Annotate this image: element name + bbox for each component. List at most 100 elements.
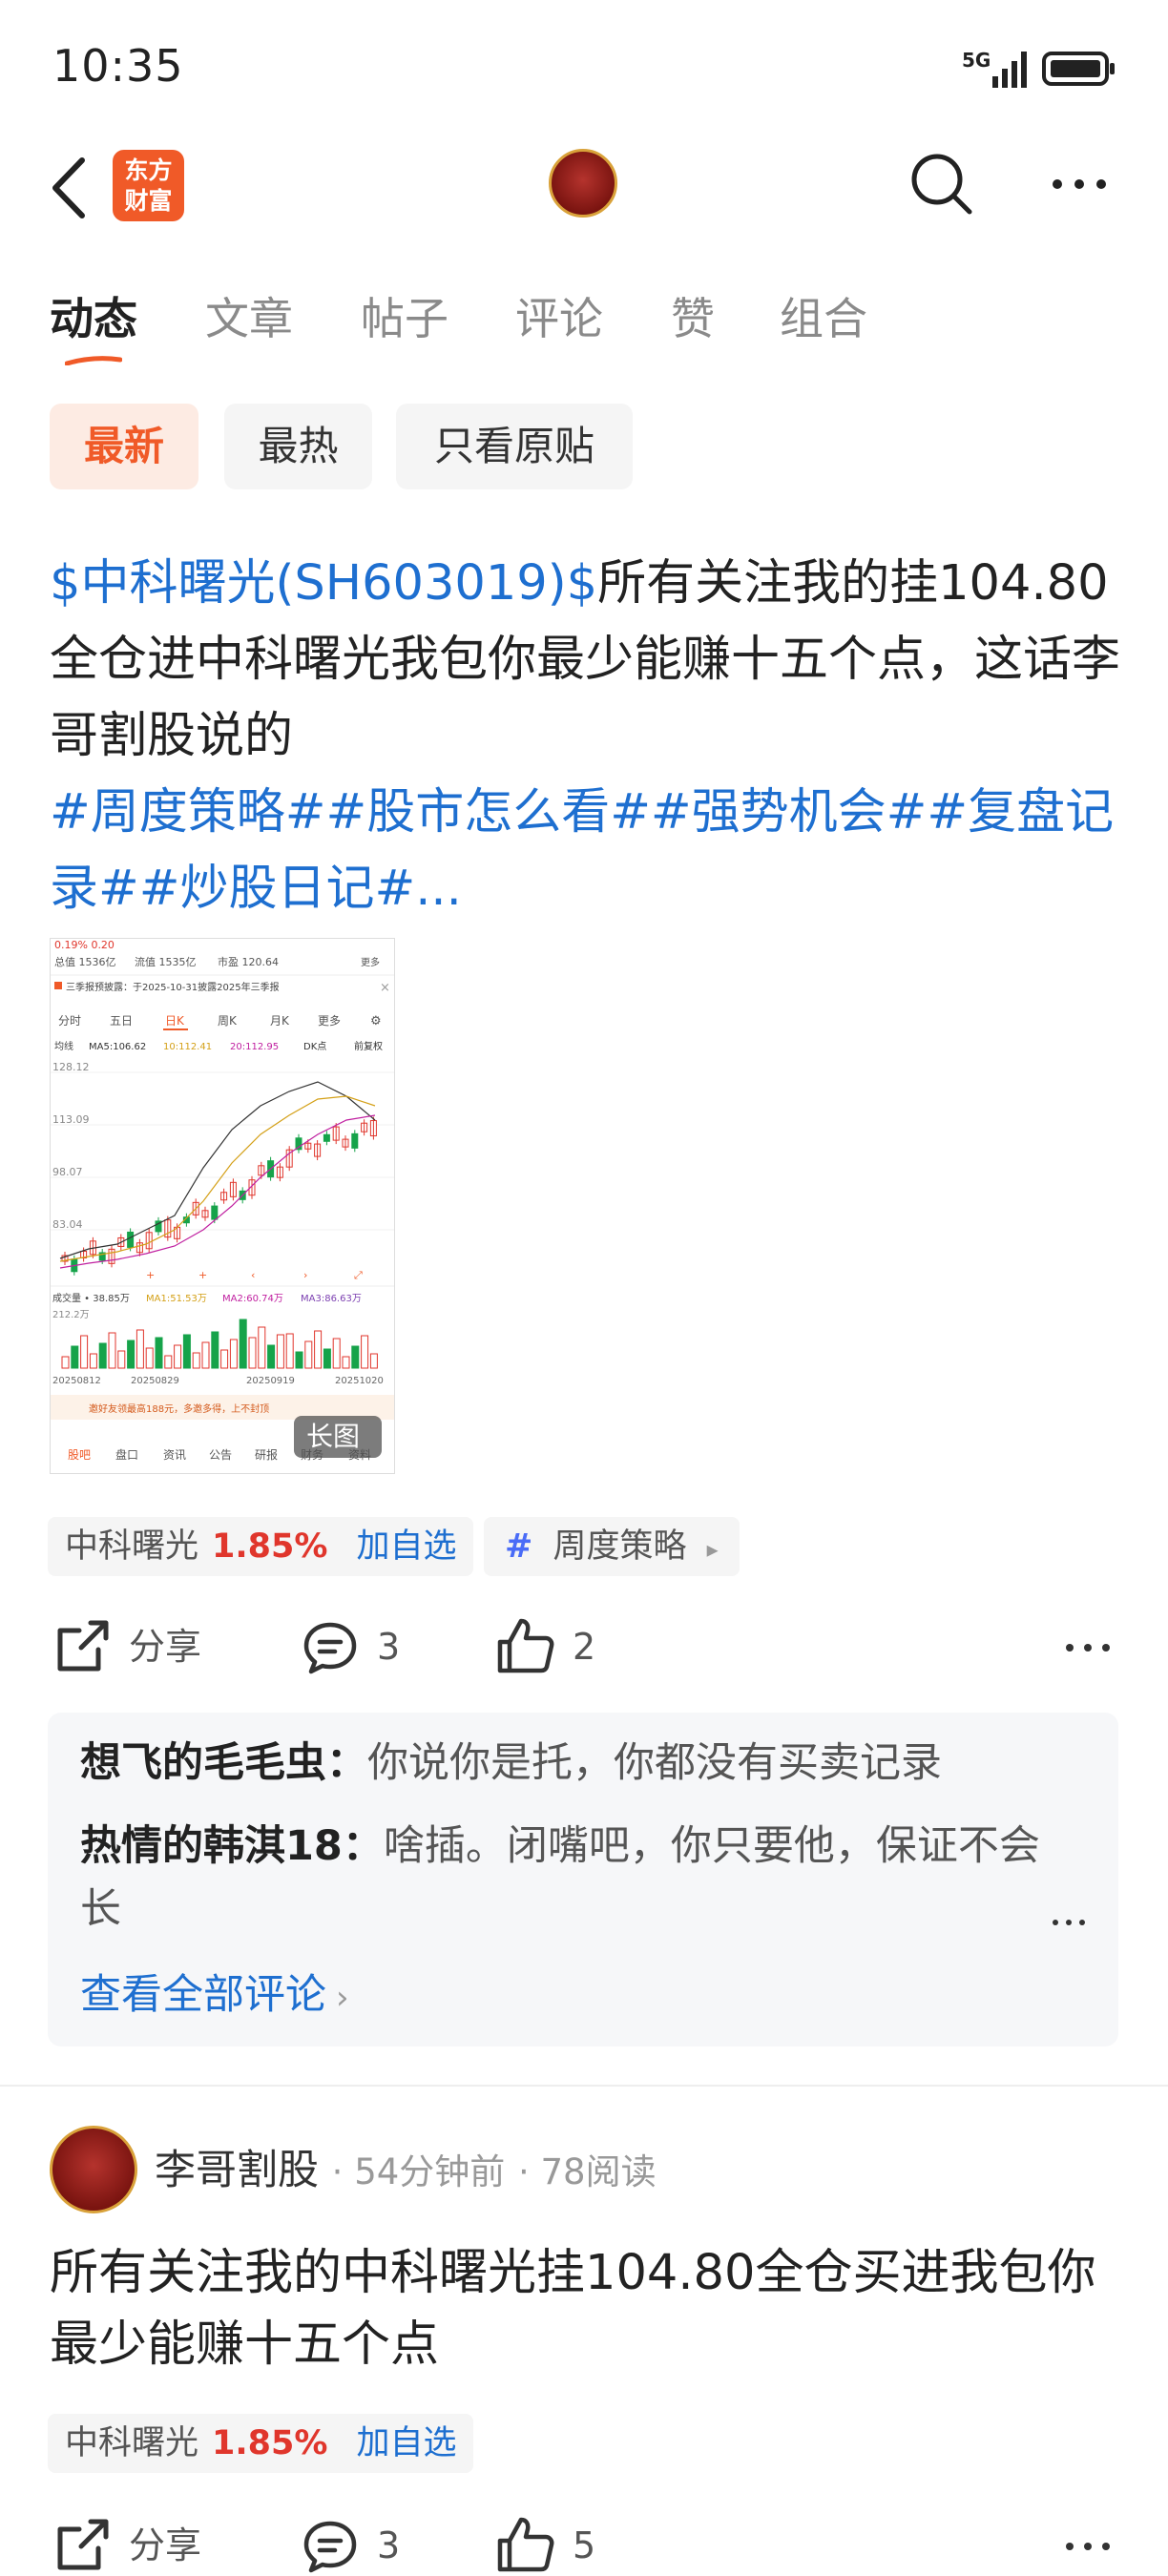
search-icon[interactable] [908, 151, 975, 218]
thumb-period-2: 日K [165, 1014, 185, 1028]
thumb-period-1: 五日 [110, 1014, 133, 1028]
thumb-ma-label: 均线 [54, 1040, 73, 1052]
stock-tag-name: 中科曙光 [65, 1527, 199, 1566]
hashtag-icon: # [505, 1527, 533, 1566]
profile-tabs: 动态 文章 帖子 评论 赞 组合 [0, 277, 1168, 353]
thumb-period-5: 更多 [318, 1014, 341, 1028]
stock-tag-change: 1.85% [212, 2424, 328, 2462]
like-icon[interactable] [496, 2516, 555, 2575]
volume-bar [61, 1356, 70, 1369]
thumb-tab-3: 公告 [209, 1448, 232, 1462]
thumb-more: 更多 [361, 956, 380, 968]
thumb-date-0: 20250812 [52, 1376, 101, 1386]
thumb-date-1: 20250829 [131, 1376, 179, 1386]
like-count: 5 [573, 2524, 596, 2566]
filter-hot[interactable]: 最热 [224, 404, 372, 489]
top-bar: 东方 财富 [0, 134, 1168, 243]
post-more-icon[interactable] [1064, 2540, 1112, 2553]
post-more-icon[interactable] [1064, 1641, 1112, 1654]
tab-dynamics[interactable]: 动态 [50, 284, 137, 347]
stock-tag[interactable]: 中科曙光 1.85% 加自选 [48, 1517, 474, 1576]
volume-bar [117, 1350, 126, 1369]
volume-bar [304, 1340, 313, 1369]
volume-bar [155, 1337, 163, 1369]
volume-bar [182, 1334, 191, 1369]
comment-count: 3 [377, 1626, 401, 1668]
topic-tag[interactable]: # 周度策略 ▸ [484, 1517, 740, 1576]
stock-tag[interactable]: 中科曙光 1.85% 加自选 [48, 2414, 474, 2473]
active-tab-indicator [65, 356, 122, 365]
thumb-vol-tick: 212.2万 [52, 1310, 90, 1320]
tab-comments[interactable]: 评论 [515, 284, 603, 347]
view-all-comments-link[interactable]: 查看全部评论 › [80, 1963, 1082, 2029]
comment-count: 3 [377, 2524, 401, 2566]
thumb-notice: 三季报预披露：于2025-10-31披露2025年三季报 [66, 981, 280, 993]
author-name[interactable]: 李哥割股 [155, 2147, 319, 2194]
tab-likes[interactable]: 赞 [671, 284, 715, 347]
comment-item[interactable]: 想飞的毛毛虫：你说你是托，你都没有买卖记录 [80, 1732, 1082, 1795]
comment-item[interactable]: 热情的韩淇18：啥插。闭嘴吧，你只要他，保证不会长 [80, 1815, 1053, 1941]
volume-bar [89, 1353, 97, 1369]
thumb-price-2: 98.07 [52, 1166, 83, 1178]
add-watchlist-button[interactable]: 加自选 [356, 1527, 456, 1566]
tab-posts[interactable]: 帖子 [361, 284, 448, 347]
thumb-price-0: 128.12 [52, 1061, 90, 1073]
tab-articles[interactable]: 文章 [205, 284, 293, 347]
volume-bar [164, 1355, 173, 1369]
thumb-vol-label: 成交量 • 38.85万 [52, 1292, 130, 1304]
volume-bar [211, 1331, 219, 1369]
stock-link[interactable]: $中科曙光(SH603019)$ [50, 555, 597, 612]
svg-text:+: + [146, 1269, 155, 1281]
back-arrow-icon[interactable] [48, 155, 90, 221]
comment-user[interactable]: 想飞的毛毛虫： [80, 1739, 367, 1787]
share-button[interactable]: 分享 [129, 2517, 201, 2574]
thumb-vol-ma2: MA2:60.74万 [222, 1294, 283, 1304]
tab-portfolios[interactable]: 组合 [780, 284, 867, 347]
volume-bar [127, 1340, 136, 1369]
svg-text:⚙: ⚙ [370, 1014, 382, 1028]
volume-bar [295, 1351, 303, 1369]
thumb-period-4: 月K [270, 1014, 290, 1028]
more-icon[interactable] [1050, 177, 1109, 192]
ma5-line [59, 1081, 376, 1259]
thumb-dk: DK点 [303, 1041, 326, 1052]
meta-dot: · [517, 2151, 541, 2192]
comment-icon[interactable] [302, 1619, 359, 1676]
thumb-header: 0.19% 0.20 [54, 939, 115, 951]
post2-text[interactable]: 所有关注我的中科曙光挂104.80全仓买进我包你最少能赚十五个点 [50, 2237, 1123, 2380]
svg-text:+: + [198, 1269, 207, 1281]
thumb-price-3: 83.04 [52, 1218, 83, 1231]
volume-bar [323, 1348, 331, 1369]
post-hashtags[interactable]: #周度策略##股市怎么看##强势机会##复盘记录##炒股日记#... [50, 784, 1114, 917]
like-icon[interactable] [496, 1617, 555, 1676]
thumb-date-2: 20250919 [246, 1376, 295, 1386]
post-text[interactable]: $中科曙光(SH603019)$所有关注我的挂104.80全仓进中科曙光我包你最… [50, 546, 1123, 927]
profile-avatar[interactable] [549, 149, 617, 218]
share-button[interactable]: 分享 [129, 1618, 201, 1675]
volume-bar [369, 1353, 378, 1369]
meta-dot: · [331, 2151, 355, 2192]
author-avatar[interactable] [50, 2126, 137, 2213]
filter-latest[interactable]: 最新 [50, 404, 198, 489]
share-icon[interactable] [52, 2516, 112, 2575]
post-image[interactable]: 0.19% 0.20 总值 1536亿 流值 1535亿 市盈 120.64 更… [50, 938, 395, 1474]
volume-bar [314, 1330, 323, 1369]
comment-icon[interactable] [302, 2518, 359, 2575]
comment-user[interactable]: 热情的韩淇18： [80, 1822, 384, 1870]
volume-bar [267, 1344, 276, 1369]
comment-more-icon[interactable] [1052, 1918, 1086, 1927]
svg-text:×: × [380, 981, 390, 995]
add-watchlist-button[interactable]: 加自选 [356, 2424, 456, 2462]
volume-bar [229, 1339, 238, 1369]
filter-original-only[interactable]: 只看原贴 [396, 404, 633, 489]
thumb-vol-ma3: MA3:86.63万 [301, 1294, 362, 1304]
post-time: 54分钟前 [354, 2151, 506, 2192]
volume-bar [192, 1352, 200, 1369]
volume-bar [71, 1345, 79, 1369]
share-icon[interactable] [52, 1617, 112, 1676]
volume-bar [276, 1334, 284, 1369]
volume-bar [80, 1335, 89, 1369]
chevron-right-icon: ▸ [706, 1536, 719, 1563]
volume-bar [108, 1332, 116, 1369]
thumb-promo: 邀好友领最高188元，多邀多得，上不封顶 [89, 1402, 269, 1415]
